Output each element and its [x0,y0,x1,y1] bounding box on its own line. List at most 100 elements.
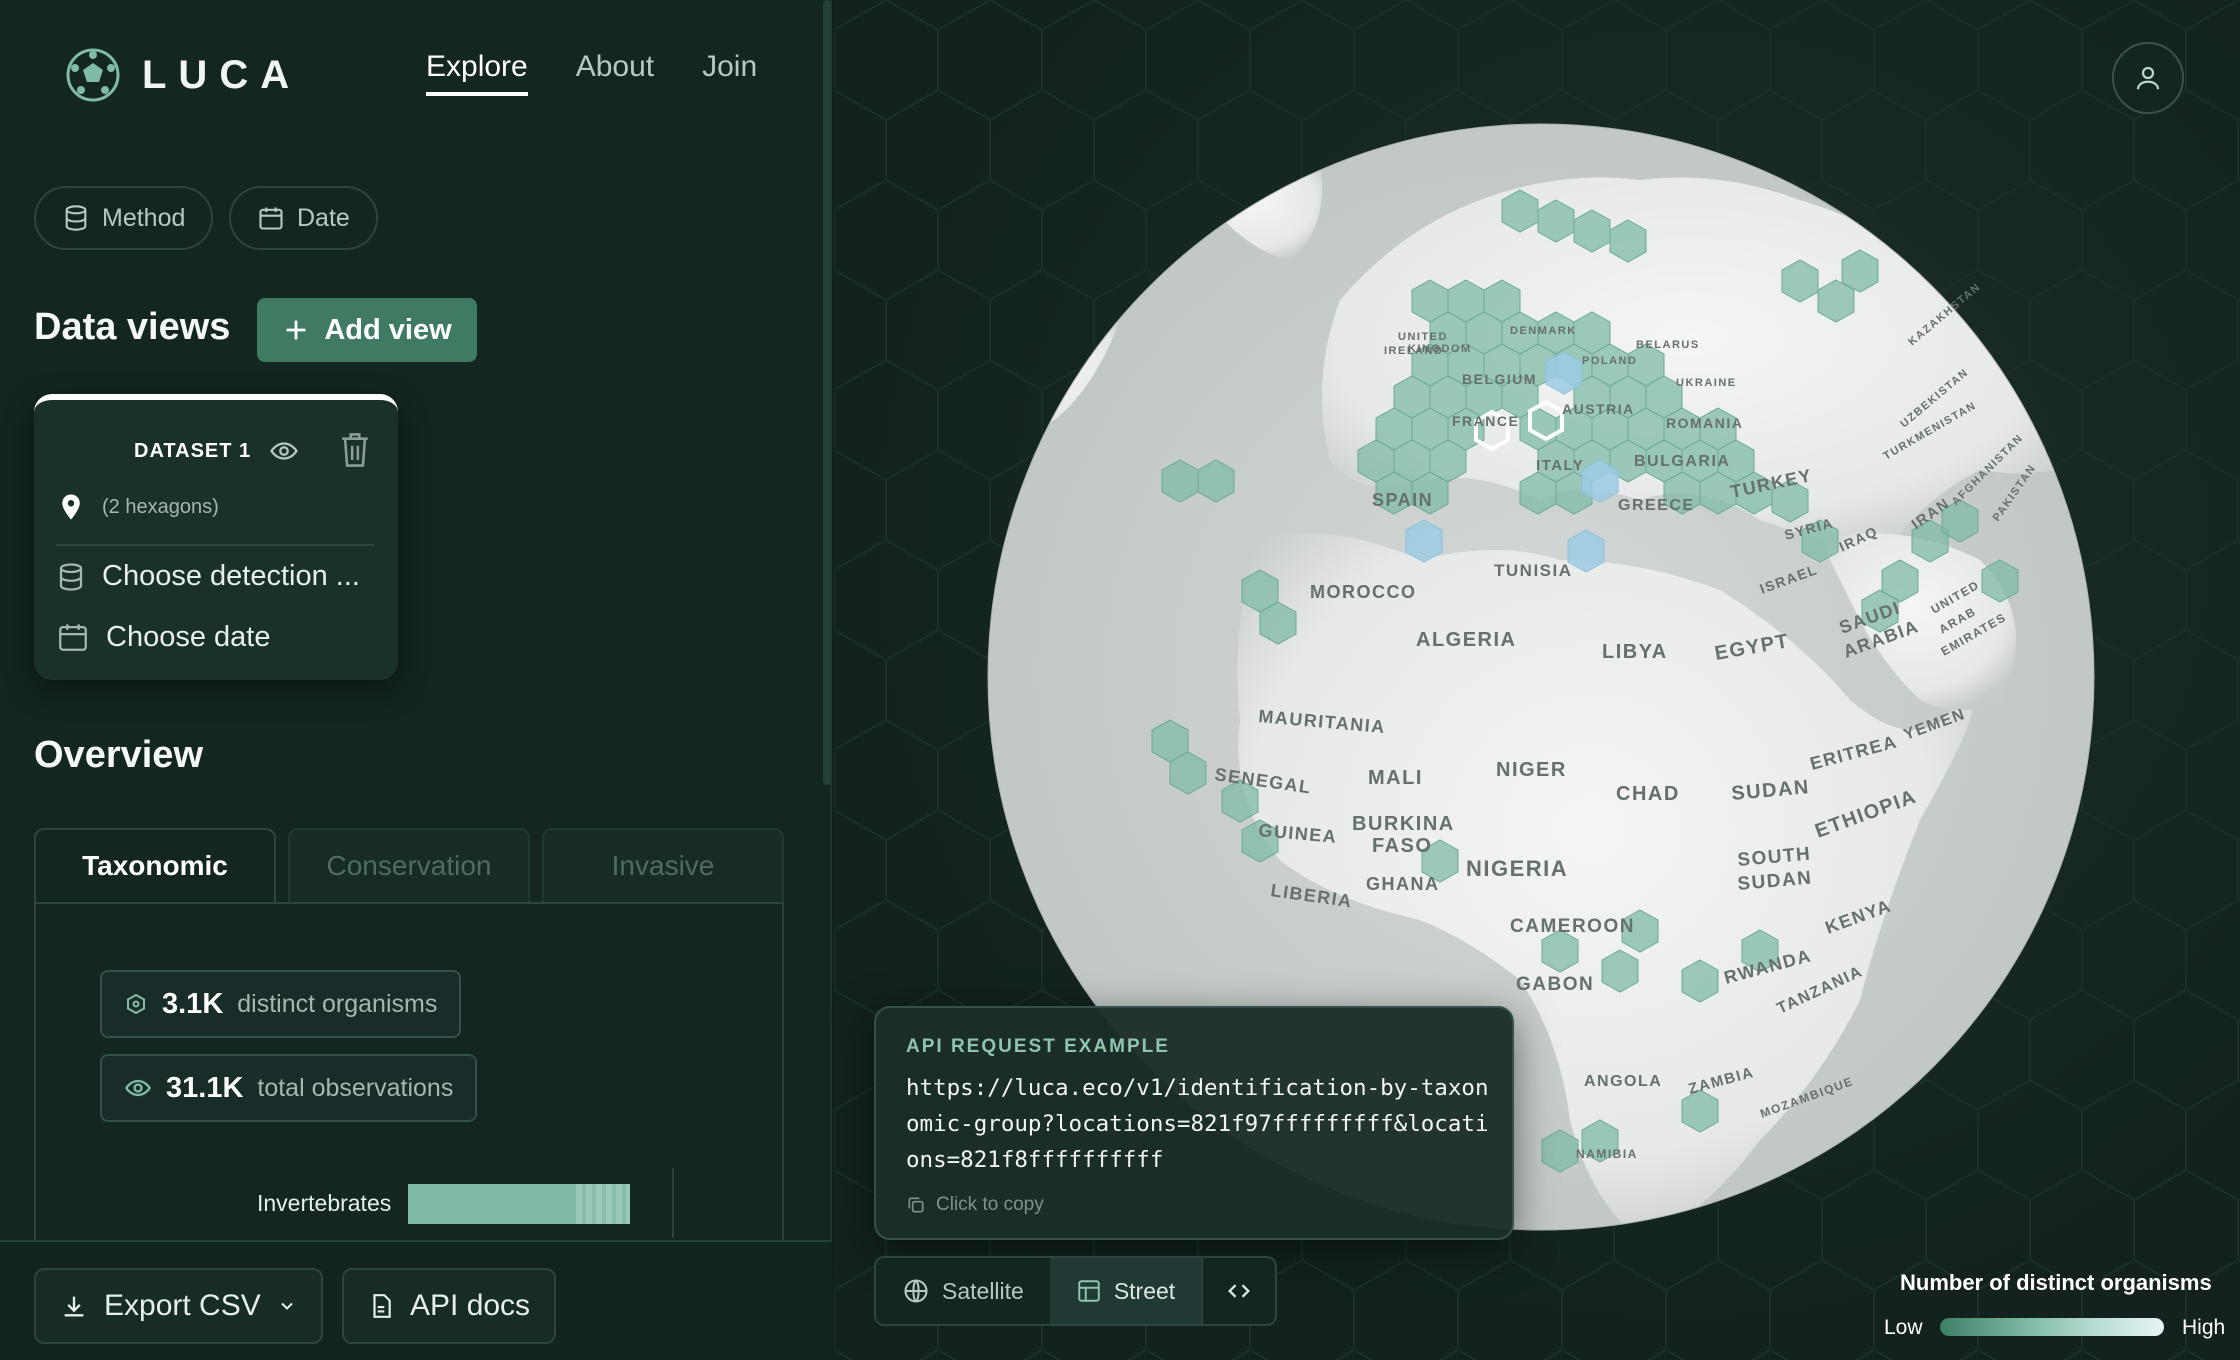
add-view-label: Add view [324,313,452,346]
method-filter-button[interactable]: Method [34,186,214,250]
eye-icon[interactable] [269,436,299,466]
eye-icon [124,1079,152,1097]
date-filter-label: Date [297,203,350,232]
detection-method-select[interactable]: Choose detection ... [56,560,360,593]
svg-text:MOROCCO: MOROCCO [1310,582,1417,602]
nav-about[interactable]: About [576,50,654,96]
svg-text:NAMIBIA: NAMIBIA [1576,1147,1638,1161]
date-select-label: Choose date [106,620,271,653]
taxon-bar[interactable] [408,1184,630,1224]
globe-icon [904,1279,928,1303]
distinct-organisms-value: 3.1K [162,987,224,1020]
export-csv-button[interactable]: Export CSV [34,1268,323,1344]
export-csv-label: Export CSV [104,1289,261,1322]
taxon-bar-label: Invertebrates [257,1190,392,1216]
main-nav: Explore About Join [426,50,757,96]
data-views-title: Data views [34,306,231,348]
svg-text:BELGIUM: BELGIUM [1462,371,1537,387]
street-toggle[interactable]: Street [1049,1258,1202,1324]
svg-text:AUSTRIA: AUSTRIA [1562,401,1635,417]
logo-icon [66,48,120,102]
tab-conservation[interactable]: Conservation [288,828,530,904]
svg-text:NIGER: NIGER [1496,759,1567,781]
svg-text:ROMANIA: ROMANIA [1666,415,1743,431]
sidebar-footer: Export CSV API docs [0,1240,832,1360]
legend-high-label: High [2182,1316,2226,1339]
svg-text:ALGERIA: ALGERIA [1416,629,1517,651]
distinct-organisms-stat: 3.1K distinct organisms [100,970,462,1038]
legend-title: Number of distinct organisms [1900,1270,2212,1295]
satellite-label: Satellite [942,1277,1024,1304]
svg-text:ITALY: ITALY [1536,457,1584,474]
legend-gradient [1940,1318,2164,1336]
tab-taxonomic[interactable]: Taxonomic [34,828,276,904]
svg-text:TUNISIA: TUNISIA [1494,561,1573,580]
map-icon [1078,1280,1100,1302]
distinct-organisms-label: distinct organisms [237,989,438,1018]
sidebar-panel: LUCA Explore About Join Method Date Data… [0,0,832,1360]
satellite-toggle[interactable]: Satellite [876,1258,1050,1324]
hexagon-icon [127,993,145,1015]
svg-text:GABON: GABON [1516,974,1594,995]
sidebar-scrollbar[interactable] [823,0,831,785]
copy-label: Click to copy [936,1194,1044,1215]
chart-gridline [672,1168,674,1238]
street-label: Street [1113,1277,1176,1304]
nav-explore[interactable]: Explore [426,50,528,96]
api-request-title: API REQUEST EXAMPLE [906,1036,1170,1057]
dataset-title: DATASET 1 [134,439,252,462]
code-icon [1228,1284,1251,1298]
overview-tabs: Taxonomic Conservation Invasive [34,828,784,904]
total-observations-value: 31.1K [166,1071,244,1104]
method-filter-label: Method [102,203,186,232]
svg-text:UNITED: UNITED [1398,331,1448,343]
legend-low-label: Low [1884,1316,1923,1339]
svg-text:CHAD: CHAD [1616,783,1680,805]
add-view-button[interactable]: Add view [257,298,477,362]
copy-icon [908,1197,924,1213]
svg-text:ANGOLA: ANGOLA [1584,1073,1662,1090]
overview-title: Overview [34,734,203,776]
svg-text:MALI: MALI [1368,767,1423,789]
api-docs-button[interactable]: API docs [342,1268,557,1344]
svg-text:LIBYA: LIBYA [1602,641,1668,663]
plus-icon [287,320,306,340]
svg-text:UKRAINE: UKRAINE [1676,377,1737,389]
svg-text:BULGARIA: BULGARIA [1634,453,1730,470]
dataset-location-row: (2 hexagons) [56,492,219,522]
api-request-url[interactable]: https://luca.eco/v1/identification-by-ta… [906,1070,1496,1178]
map-style-toggle: Satellite Street [874,1256,1278,1326]
svg-text:NIGERIA: NIGERIA [1466,856,1568,881]
location-pin-icon [62,494,80,520]
svg-text:FRANCE: FRANCE [1452,413,1519,429]
profile-button[interactable] [2112,42,2184,114]
svg-text:BURKINA: BURKINA [1352,813,1455,835]
dataset-location-text: (2 hexagons) [102,495,219,518]
download-icon [64,1296,84,1317]
detection-method-label: Choose detection ... [102,560,360,592]
svg-text:BELARUS: BELARUS [1636,339,1700,351]
tab-invasive[interactable]: Invasive [542,828,784,904]
total-observations-stat: 31.1K total observations [100,1054,478,1122]
embed-code-button[interactable] [1201,1258,1275,1324]
svg-text:GHANA: GHANA [1366,874,1440,894]
logo[interactable]: LUCA [66,48,301,102]
date-select[interactable]: Choose date [56,620,270,654]
total-observations-label: total observations [257,1073,454,1102]
user-icon [2136,66,2160,90]
dataset-divider [56,544,374,546]
dataset-card[interactable]: DATASET 1 (2 hexagons) Choose detection … [34,394,398,680]
api-request-card[interactable]: API REQUEST EXAMPLE https://luca.eco/v1/… [874,1006,1514,1240]
database-icon [59,562,83,591]
svg-text:POLAND: POLAND [1582,355,1637,367]
calendar-icon [59,624,87,651]
svg-text:CAMEROON: CAMEROON [1510,916,1635,937]
trash-icon[interactable] [338,430,372,470]
svg-text:DENMARK: DENMARK [1510,325,1577,337]
svg-text:FASO: FASO [1372,835,1432,857]
date-filter-button[interactable]: Date [229,186,378,250]
chevron-down-icon [281,1302,293,1310]
copy-button[interactable]: Click to copy [906,1194,1044,1216]
svg-text:GREECE: GREECE [1618,497,1695,514]
nav-join[interactable]: Join [702,50,757,96]
